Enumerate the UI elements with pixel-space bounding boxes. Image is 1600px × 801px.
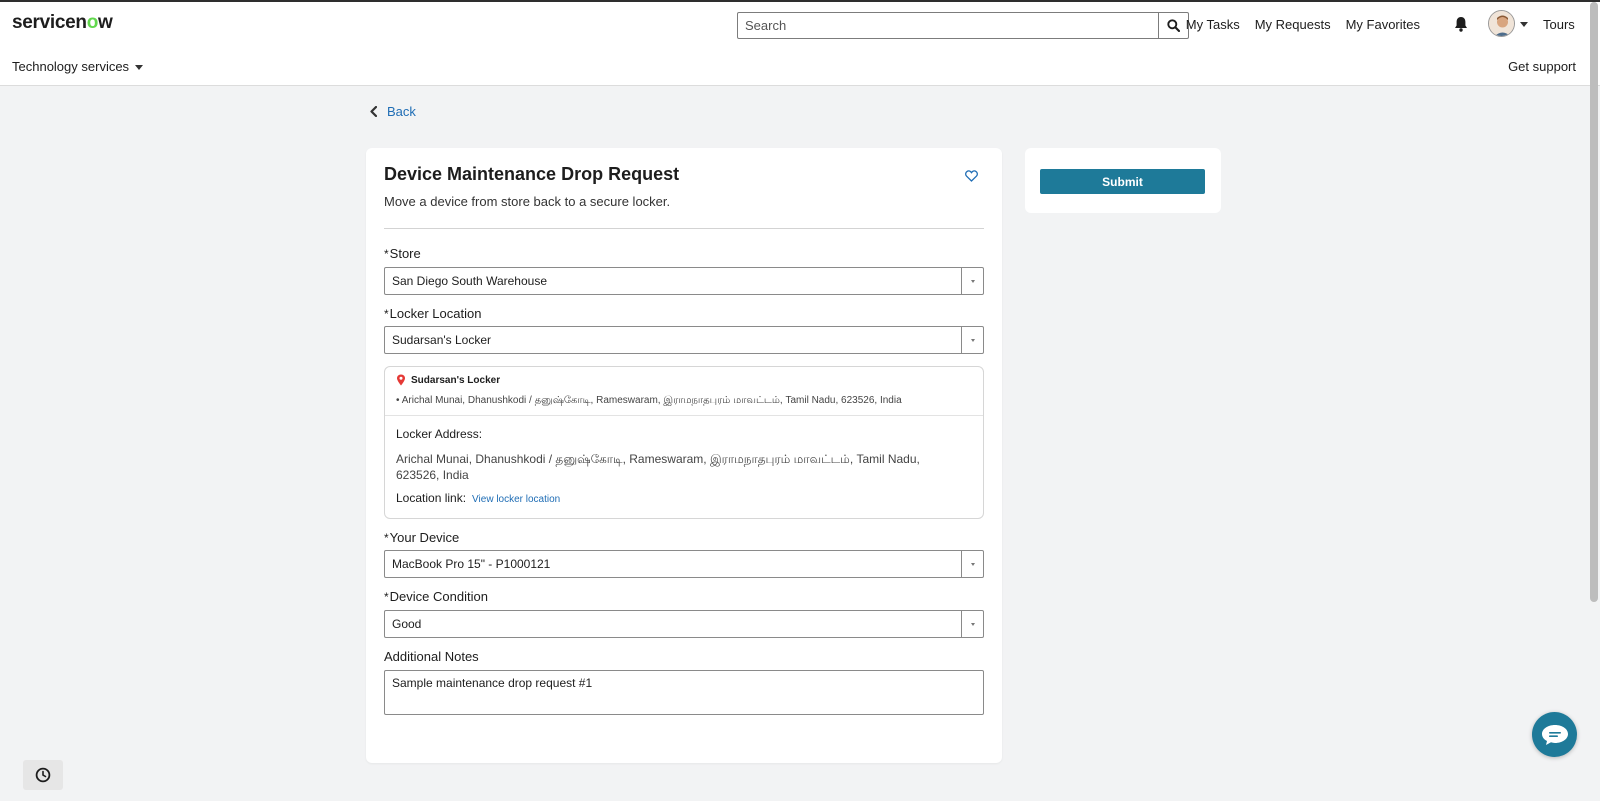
map-pin-icon (397, 374, 405, 386)
required-marker: * (384, 247, 389, 261)
portal-header: servicenow My Tasks My Requests My Favor… (0, 2, 1600, 86)
condition-dropdown-arrow-icon[interactable] (961, 611, 983, 637)
device-condition-label: *Device Condition (384, 589, 488, 604)
nav-my-requests[interactable]: My Requests (1255, 17, 1331, 32)
global-search (737, 12, 1189, 39)
page-scrollbar[interactable] (1590, 2, 1598, 602)
chevron-left-icon (370, 106, 377, 117)
locker-name-row: Sudarsan's Locker (396, 374, 500, 386)
chat-assistant-button[interactable] (1532, 712, 1577, 757)
get-support-link[interactable]: Get support (1508, 59, 1576, 74)
locker-location-value: Sudarsan's Locker (392, 333, 492, 347)
locker-location-select[interactable]: Sudarsan's Locker (384, 326, 984, 354)
required-marker: * (384, 531, 389, 545)
chevron-down-icon (135, 65, 144, 70)
tours-link[interactable]: Tours (1543, 17, 1575, 32)
additional-notes-label: Additional Notes (384, 649, 479, 664)
locker-details-panel: Sudarsan's Locker • Arichal Munai, Dhanu… (384, 366, 984, 519)
user-avatar[interactable] (1488, 10, 1515, 37)
store-label: *Store (384, 246, 421, 261)
back-link[interactable]: Back (370, 104, 416, 119)
catalog-item-form: Device Maintenance Drop Request Move a d… (366, 148, 1002, 763)
favorite-heart-icon[interactable] (965, 169, 978, 187)
form-subtitle: Move a device from store back to a secur… (384, 194, 671, 209)
locker-location-label: *Locker Location (384, 306, 482, 321)
submit-button[interactable]: Submit (1040, 169, 1205, 194)
locker-address-label: Locker Address: (396, 427, 483, 441)
user-menu-caret-icon[interactable] (1520, 22, 1528, 27)
device-dropdown-arrow-icon[interactable] (961, 551, 983, 577)
search-icon (1167, 19, 1180, 32)
nav-my-favorites[interactable]: My Favorites (1346, 17, 1420, 32)
search-button[interactable] (1158, 13, 1188, 38)
device-condition-select[interactable]: Good (384, 610, 984, 638)
title-divider (384, 228, 984, 229)
chat-bubble-icon (1541, 724, 1568, 745)
locker-divider (385, 415, 983, 416)
clock-icon (35, 767, 51, 783)
view-locker-location-link[interactable]: View locker location (472, 494, 560, 505)
your-device-value: MacBook Pro 15" - P1000121 (392, 557, 551, 571)
locker-name: Sudarsan's Locker (411, 374, 501, 386)
locker-short-address: • Arichal Munai, Dhanushkodi / தனுஷ்கோடி… (396, 395, 902, 406)
technology-services-menu[interactable]: Technology services (12, 59, 144, 74)
additional-notes-textarea[interactable]: Sample maintenance drop request #1 (384, 670, 984, 715)
search-input[interactable] (738, 13, 1158, 38)
locker-address-text: Arichal Munai, Dhanushkodi / தனுஷ்கோடி, … (396, 452, 920, 482)
store-value: San Diego South Warehouse (392, 274, 547, 288)
back-label: Back (387, 104, 416, 119)
submit-panel: Submit (1025, 148, 1221, 213)
servicenow-logo[interactable]: servicenow (12, 12, 113, 34)
notifications-bell-icon[interactable] (1454, 16, 1468, 37)
device-condition-value: Good (392, 617, 422, 631)
header-nav: My Tasks My Requests My Favorites (1186, 17, 1420, 32)
location-link-row: Location link: View locker location (396, 491, 560, 505)
location-link-label: Location link: (396, 491, 467, 505)
history-button[interactable] (23, 760, 63, 790)
your-device-select[interactable]: MacBook Pro 15" - P1000121 (384, 550, 984, 578)
required-marker: * (384, 590, 389, 604)
required-marker: * (384, 307, 389, 321)
nav-my-tasks[interactable]: My Tasks (1186, 17, 1240, 32)
technology-services-label: Technology services (12, 59, 130, 74)
store-select[interactable]: San Diego South Warehouse (384, 267, 984, 295)
your-device-label: *Your Device (384, 530, 460, 545)
locker-dropdown-arrow-icon[interactable] (961, 327, 983, 353)
form-title: Device Maintenance Drop Request (384, 164, 680, 184)
store-dropdown-arrow-icon[interactable] (961, 268, 983, 294)
